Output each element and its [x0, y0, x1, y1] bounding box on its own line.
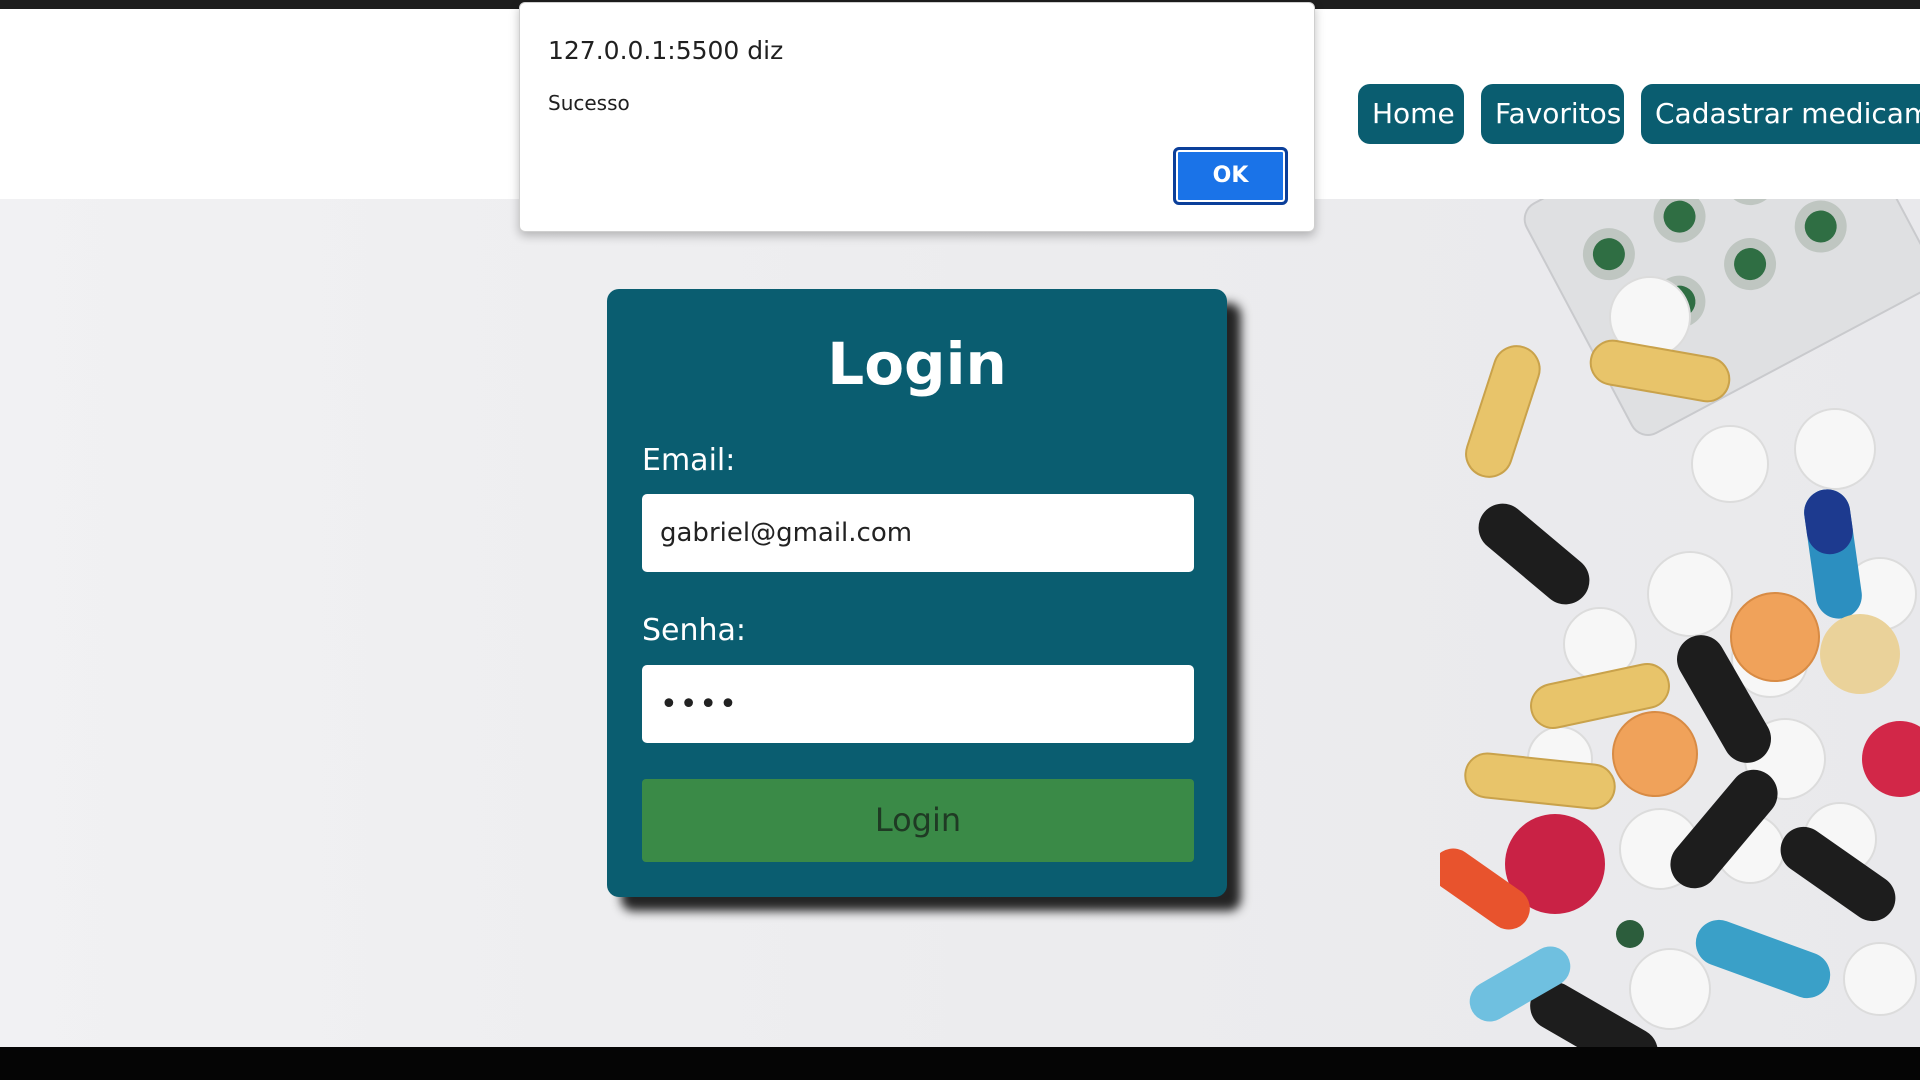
login-card: Login Email: Senha: Login — [607, 289, 1227, 897]
browser-viewport: Home Favoritos Cadastrar medicamentos — [0, 0, 1920, 1080]
alert-dialog: 127.0.0.1:5500 diz Sucesso OK — [519, 2, 1315, 232]
nav-home-button[interactable]: Home — [1358, 84, 1464, 144]
nav-favoritos-button[interactable]: Favoritos — [1481, 84, 1624, 144]
email-label: Email: — [642, 443, 736, 478]
alert-origin-text: 127.0.0.1:5500 diz — [548, 36, 784, 65]
alert-message: Sucesso — [548, 91, 630, 115]
login-title: Login — [827, 330, 1007, 398]
login-button[interactable]: Login — [642, 779, 1194, 862]
alert-ok-button[interactable]: OK — [1173, 147, 1288, 205]
password-label: Senha: — [642, 613, 747, 648]
password-field[interactable] — [642, 665, 1194, 743]
email-field[interactable] — [642, 494, 1194, 572]
blister-pack-icon — [1523, 199, 1920, 436]
taskbar-strip — [0, 1047, 1920, 1080]
pills-background-image — [1440, 199, 1920, 1047]
nav-cadastrar-button[interactable]: Cadastrar medicamentos — [1641, 84, 1920, 144]
